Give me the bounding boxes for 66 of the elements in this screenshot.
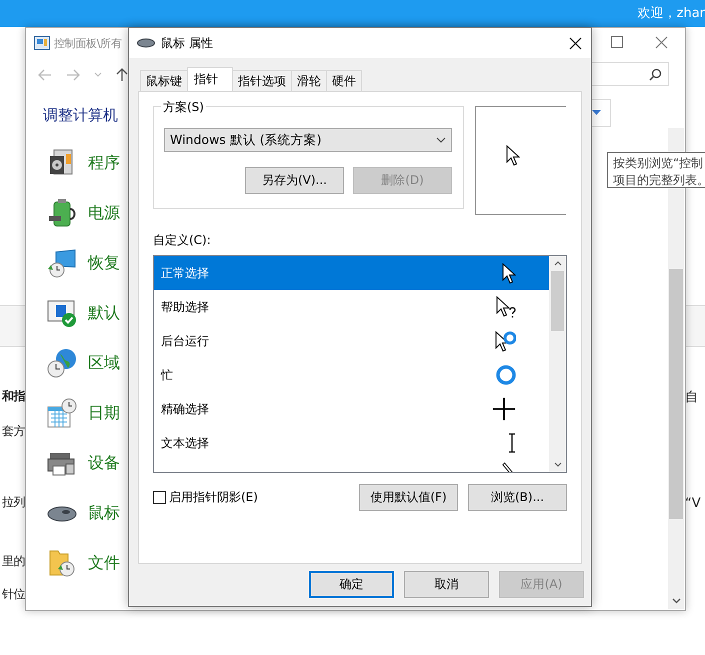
category-link[interactable]: 恢复	[88, 252, 120, 274]
close-icon[interactable]	[569, 37, 582, 50]
globe-clock-icon[interactable]	[46, 347, 78, 379]
chevron-up-icon[interactable]	[554, 261, 562, 266]
tab[interactable]: 硬件	[326, 70, 362, 91]
scrollbar[interactable]	[549, 256, 566, 472]
maximize-icon[interactable]	[611, 36, 623, 48]
chevron-down-icon[interactable]	[554, 462, 562, 467]
page-text: 自	[685, 389, 698, 406]
crosshair-icon	[492, 397, 516, 421]
ring-cursor-icon	[496, 365, 516, 385]
list-label: 自定义(C):	[153, 232, 212, 249]
control-panel-icon	[34, 36, 50, 50]
battery-plug-icon[interactable]	[46, 197, 78, 229]
welcome-text: 欢迎，zhar	[638, 5, 705, 22]
category-link[interactable]: 鼠标	[88, 502, 120, 524]
chevron-down-icon[interactable]	[672, 598, 681, 604]
calendar-clock-icon[interactable]	[46, 397, 78, 429]
category-link[interactable]: 程序	[88, 152, 120, 174]
category-link[interactable]: 设备	[88, 452, 120, 474]
tooltip-text: 项目的完整列表。	[613, 172, 705, 187]
page-text: 针位	[2, 586, 25, 603]
arrow-cursor-icon	[506, 145, 520, 167]
category-link[interactable]: 日期	[88, 402, 120, 424]
page-heading: 调整计算机	[43, 106, 118, 124]
search-icon	[649, 68, 662, 80]
checkbox[interactable]	[153, 491, 166, 504]
list-item[interactable]: 正常选择	[154, 256, 549, 290]
tab[interactable]: 指针	[187, 67, 233, 91]
monitor-clock-icon[interactable]	[46, 247, 78, 279]
tab[interactable]: 鼠标键	[140, 70, 188, 91]
list-item[interactable]: 后台运行	[154, 324, 549, 358]
page-text: 拉列	[2, 494, 25, 511]
tooltip-text: 按类别浏览“控制	[613, 155, 704, 172]
scrollbar-thumb[interactable]	[669, 269, 683, 519]
scheme-button[interactable]: 另存为(V)...	[245, 167, 344, 194]
dropdown-arrow-icon	[592, 110, 600, 116]
group-label: 方案(S)	[161, 99, 206, 116]
dialog-button[interactable]: 确定	[309, 571, 394, 598]
category-link[interactable]: 文件	[88, 552, 120, 574]
arrow-cursor-icon	[502, 262, 516, 284]
list-item[interactable]: 帮助选择	[154, 290, 549, 324]
category-link[interactable]: 默认	[88, 302, 120, 324]
window-title: 鼠标 属性	[161, 34, 213, 52]
dialog-button[interactable]: 取消	[404, 571, 489, 598]
window-title: 控制面板\所有	[54, 36, 122, 50]
list-item[interactable]: 精确选择	[154, 392, 549, 426]
page-text: “V	[685, 496, 701, 511]
scrollbar-thumb[interactable]	[551, 271, 564, 331]
category-link[interactable]: 电源	[88, 202, 120, 224]
page-text: 里的	[2, 553, 25, 570]
help-cursor-icon	[496, 296, 516, 318]
list-item[interactable]: 文本选择	[154, 426, 549, 460]
mouse-icon	[137, 38, 155, 48]
list-button[interactable]: 使用默认值(F)	[359, 484, 458, 511]
i-beam-icon	[508, 433, 516, 453]
scheme-dropdown[interactable]: Windows 默认 (系统方案)	[164, 128, 452, 152]
up-arrow-icon[interactable]	[116, 68, 128, 82]
chevron-down-icon	[436, 137, 446, 143]
arrow-ring-cursor-icon	[495, 330, 516, 352]
category-link[interactable]: 区域	[88, 352, 120, 374]
page-text: 和指	[2, 388, 25, 405]
list-button[interactable]: 浏览(B)...	[468, 484, 567, 511]
list-item[interactable]: 忙	[154, 358, 549, 392]
checkbox-label[interactable]: 启用指针阴影(E)	[169, 489, 258, 506]
page-text: 套方	[2, 423, 25, 440]
